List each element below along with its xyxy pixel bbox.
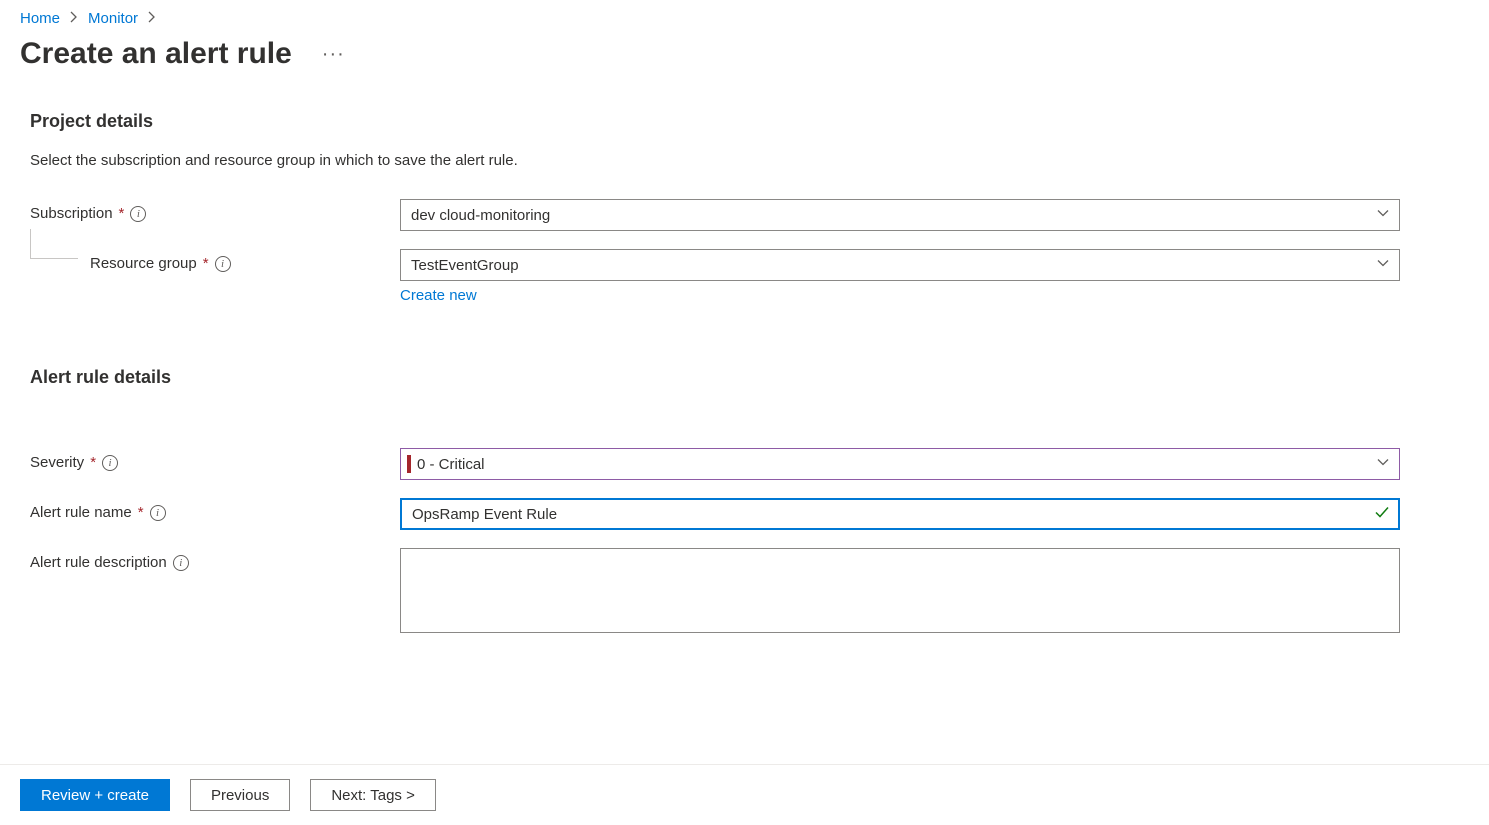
subscription-label-text: Subscription [30, 205, 113, 222]
project-details-heading: Project details [30, 111, 1459, 132]
alert-rule-name-label: Alert rule name * i [30, 498, 400, 521]
more-actions-icon[interactable]: ··· [322, 43, 345, 66]
chevron-down-icon [1377, 207, 1389, 224]
required-star-icon: * [119, 205, 125, 222]
info-icon[interactable]: i [150, 505, 166, 521]
resource-group-label: Resource group * i [30, 249, 400, 272]
subscription-dropdown[interactable]: dev cloud-monitoring [400, 199, 1400, 231]
alert-rule-name-input[interactable] [400, 498, 1400, 530]
alert-rule-details-heading: Alert rule details [30, 367, 1459, 388]
chevron-right-icon [68, 11, 80, 26]
info-icon[interactable]: i [102, 455, 118, 471]
content: Project details Select the subscription … [0, 111, 1489, 744]
alert-rule-description-row: Alert rule description i [30, 548, 1459, 636]
resource-group-label-text: Resource group [90, 255, 197, 272]
severity-dropdown[interactable]: 0 - Critical [400, 448, 1400, 480]
info-icon[interactable]: i [215, 256, 231, 272]
chevron-right-icon [146, 11, 158, 26]
alert-rule-name-row: Alert rule name * i [30, 498, 1459, 530]
required-star-icon: * [203, 255, 209, 272]
review-create-button[interactable]: Review + create [20, 779, 170, 811]
info-icon[interactable]: i [173, 555, 189, 571]
alert-rule-name-label-text: Alert rule name [30, 504, 132, 521]
previous-button[interactable]: Previous [190, 779, 290, 811]
subscription-row: Subscription * i dev cloud-monitoring [30, 199, 1459, 231]
subscription-value: dev cloud-monitoring [411, 207, 550, 224]
severity-value: 0 - Critical [417, 456, 485, 473]
required-star-icon: * [138, 504, 144, 521]
severity-label: Severity * i [30, 448, 400, 471]
resource-group-value: TestEventGroup [411, 257, 519, 274]
severity-label-text: Severity [30, 454, 84, 471]
breadcrumb: Home Monitor [0, 0, 1489, 27]
chevron-down-icon [1377, 257, 1389, 274]
page-title: Create an alert rule [20, 37, 292, 71]
severity-bar-icon [407, 455, 411, 473]
severity-row: Severity * i 0 - Critical [30, 448, 1459, 480]
info-icon[interactable]: i [130, 206, 146, 222]
next-tags-button[interactable]: Next: Tags > [310, 779, 436, 811]
breadcrumb-monitor[interactable]: Monitor [88, 10, 138, 27]
project-details-description: Select the subscription and resource gro… [30, 152, 1459, 169]
chevron-down-icon [1377, 456, 1389, 473]
footer: Review + create Previous Next: Tags > [0, 764, 1489, 825]
alert-rule-description-input[interactable] [400, 548, 1400, 633]
alert-rule-description-label: Alert rule description i [30, 548, 400, 571]
subscription-label: Subscription * i [30, 199, 400, 222]
resource-group-dropdown[interactable]: TestEventGroup [400, 249, 1400, 281]
required-star-icon: * [90, 454, 96, 471]
indent-line [30, 229, 78, 259]
check-icon [1374, 505, 1390, 524]
alert-rule-description-label-text: Alert rule description [30, 554, 167, 571]
resource-group-row: Resource group * i TestEventGroup Create… [30, 249, 1459, 304]
create-new-link[interactable]: Create new [400, 287, 477, 304]
breadcrumb-home[interactable]: Home [20, 10, 60, 27]
page-header: Create an alert rule ··· [0, 27, 1489, 111]
